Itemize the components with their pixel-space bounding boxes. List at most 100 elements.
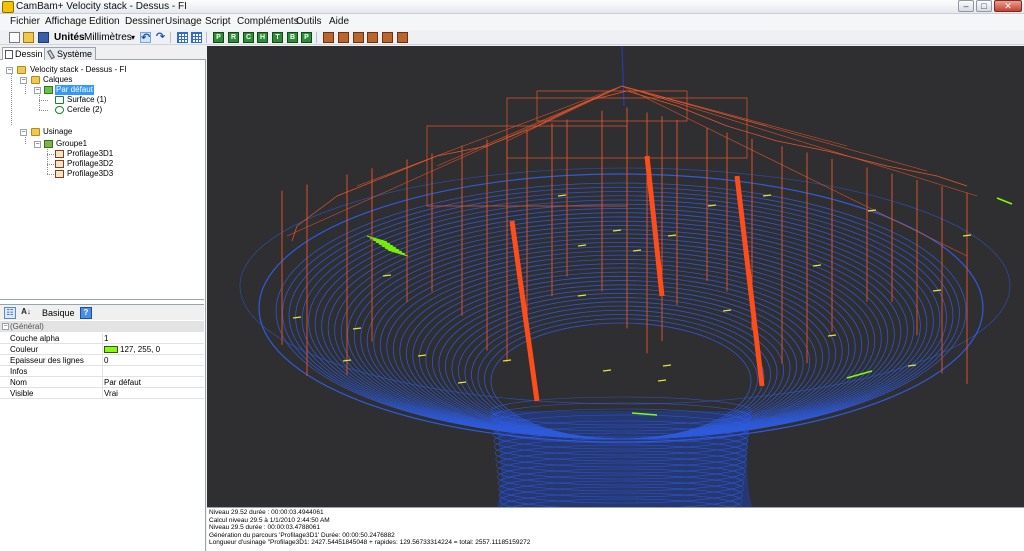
- menu-usinage[interactable]: Usinage: [165, 16, 202, 28]
- tree-connector: [39, 92, 40, 110]
- redo-icon[interactable]: ↷: [155, 32, 166, 43]
- collapse-icon[interactable]: −: [2, 323, 9, 330]
- menu-complements[interactable]: Compléments: [237, 16, 299, 28]
- draw-text-icon[interactable]: T: [272, 32, 283, 43]
- open-folder-icon[interactable]: [23, 32, 34, 43]
- draw-rectangle-icon[interactable]: R: [228, 32, 239, 43]
- toolpath-plunge: [509, 220, 540, 402]
- new-file-icon[interactable]: [9, 32, 20, 43]
- property-row-alpha[interactable]: Couche alpha 1: [0, 333, 204, 344]
- property-name: Couche alpha: [10, 334, 60, 343]
- log-line: Longueur d'usinage "Profilage3D1: 2427.5…: [209, 539, 531, 546]
- collapse-icon[interactable]: −: [20, 129, 27, 136]
- toolpath-marker: [612, 229, 622, 232]
- grid-icon[interactable]: [177, 32, 188, 43]
- units-select[interactable]: Millimètres: [84, 32, 132, 43]
- menu-aide[interactable]: Aide: [329, 16, 349, 28]
- property-row-nom[interactable]: Nom Par défaut: [0, 377, 204, 388]
- toolpath-marker: [812, 264, 822, 267]
- menu-script[interactable]: Script: [205, 16, 231, 28]
- window-title: CamBam+ Velocity stack - Dessus - FI: [16, 1, 187, 12]
- menu-affichage[interactable]: Affichage: [45, 16, 87, 28]
- tree-op3-label: Profilage3D3: [67, 169, 114, 178]
- property-value-color[interactable]: 127, 255, 0: [102, 344, 160, 355]
- property-value[interactable]: Par défaut: [102, 377, 141, 388]
- draw-hole-icon[interactable]: H: [257, 32, 268, 43]
- property-name: Visible: [10, 389, 34, 398]
- toolpath-scene[interactable]: [207, 46, 1024, 507]
- property-row-visible[interactable]: Visible Vrai: [0, 388, 204, 399]
- property-name: Epaisseur des lignes: [10, 356, 84, 365]
- draw-bitmap-icon[interactable]: B: [287, 32, 298, 43]
- close-button[interactable]: ✕: [994, 0, 1022, 12]
- wrench-icon: [47, 49, 55, 60]
- tree-root-label: Velocity stack - Dessus - FI: [30, 65, 127, 74]
- tab-systeme[interactable]: Système: [44, 47, 97, 60]
- profile3d-operation-icon: [55, 150, 64, 158]
- property-value[interactable]: 0: [102, 355, 108, 366]
- property-row-epaisseur[interactable]: Epaisseur des lignes 0: [0, 355, 204, 366]
- toolpath-marker: [962, 234, 972, 237]
- toolpath-marker: [557, 194, 567, 197]
- property-value[interactable]: 1: [102, 333, 108, 344]
- color-swatch[interactable]: [104, 346, 118, 353]
- units-dropdown-arrow-icon[interactable]: ▾: [131, 32, 135, 43]
- toolpath-rapid: [621, 85, 978, 197]
- property-value[interactable]: [102, 366, 104, 377]
- cambam-app-icon: [2, 1, 14, 13]
- toolpath-rapid: [936, 175, 968, 187]
- save-icon[interactable]: [38, 32, 49, 43]
- machining-3d-icon[interactable]: [382, 32, 393, 43]
- maximize-button[interactable]: □: [976, 0, 992, 12]
- minimize-button[interactable]: –: [958, 0, 974, 12]
- menu-fichier[interactable]: Fichier: [10, 16, 40, 28]
- toolpath-marker: [657, 379, 667, 382]
- collapse-icon[interactable]: −: [34, 87, 41, 94]
- funnel-neck-surface: [490, 396, 752, 507]
- property-name: Nom: [10, 378, 27, 387]
- property-category[interactable]: − (Général): [0, 321, 204, 332]
- undo-icon[interactable]: ↶: [140, 32, 151, 44]
- green-arc-mark: [996, 197, 1013, 205]
- property-row-couleur[interactable]: Couleur 127, 255, 0: [0, 344, 204, 355]
- collapse-icon[interactable]: −: [6, 67, 13, 74]
- tree-connector: [47, 164, 54, 165]
- message-log[interactable]: Niveau 29.52 durée : 00:00:03.4944061 Ca…: [207, 507, 1024, 551]
- draw-polyline-icon[interactable]: P: [213, 32, 224, 43]
- help-icon[interactable]: ?: [80, 307, 92, 319]
- tree-usinage-label: Usinage: [43, 127, 73, 136]
- drawing-folder-icon: [17, 66, 26, 74]
- toolbar-separator: [170, 32, 171, 43]
- tree-par-defaut-label: Par défaut: [55, 85, 94, 95]
- toolpath-rapid: [336, 175, 388, 197]
- alphabetical-sort-icon[interactable]: A↓: [20, 307, 32, 319]
- categorized-view-icon[interactable]: ☷: [4, 307, 16, 319]
- property-value[interactable]: Vrai: [102, 388, 118, 399]
- menu-dessiner[interactable]: Dessiner: [125, 16, 164, 28]
- machining-engrave-icon[interactable]: [367, 32, 378, 43]
- toolpath-marker: [342, 359, 352, 362]
- draw-circle-icon[interactable]: C: [243, 32, 254, 43]
- basic-mode-button[interactable]: Basique: [42, 308, 75, 318]
- snap-grid-icon[interactable]: [191, 32, 202, 43]
- machining-pocket-icon[interactable]: [338, 32, 349, 43]
- toolbar-separator: [316, 32, 317, 43]
- toolpath-marker: [827, 334, 837, 337]
- collapse-icon[interactable]: −: [34, 141, 41, 148]
- generate-gcode-icon[interactable]: [397, 32, 408, 43]
- draw-point-icon[interactable]: P: [301, 32, 312, 43]
- part-group-icon: [44, 140, 53, 148]
- menu-bar: Fichier Affichage Edition Dessiner Usina…: [0, 14, 1024, 30]
- property-row-infos[interactable]: Infos: [0, 366, 204, 377]
- menu-edition[interactable]: Edition: [89, 16, 120, 28]
- folder-icon: [31, 128, 40, 136]
- tree-surface-label: Surface (1): [67, 95, 107, 104]
- machining-profile-icon[interactable]: [323, 32, 334, 43]
- collapse-icon[interactable]: −: [20, 77, 27, 84]
- menu-outils[interactable]: Outils: [296, 16, 322, 28]
- toolpath-plunge: [734, 175, 765, 387]
- machining-drill-icon[interactable]: [353, 32, 364, 43]
- panel-tabs: Dessin Système: [0, 46, 206, 61]
- 3d-viewport[interactable]: [207, 46, 1024, 507]
- tab-dessin[interactable]: Dessin: [2, 47, 47, 61]
